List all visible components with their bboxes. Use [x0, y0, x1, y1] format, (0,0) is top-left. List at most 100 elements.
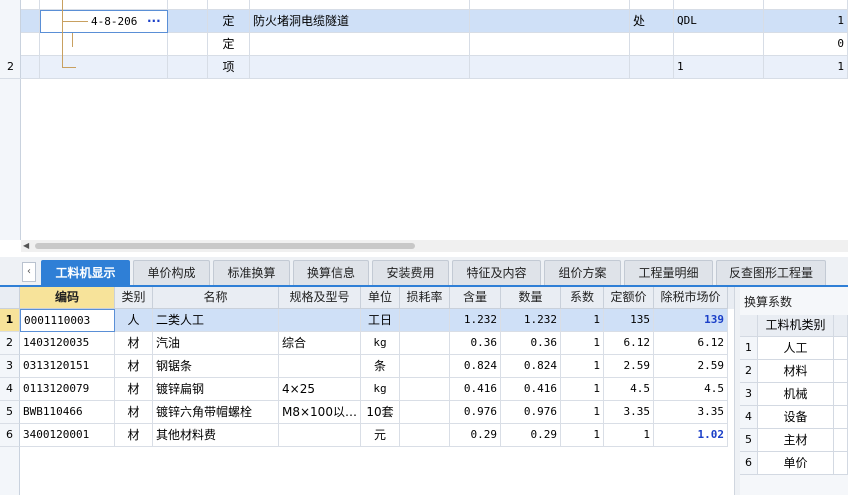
coefficient-cell[interactable]: 1	[561, 332, 604, 355]
loss-cell[interactable]	[400, 424, 450, 447]
category-cell[interactable]: 材	[115, 332, 153, 355]
category-cell[interactable]: 材	[115, 355, 153, 378]
tab-conversion-info[interactable]: 换算信息	[293, 260, 369, 285]
col-quantity[interactable]: 数量	[501, 287, 561, 309]
unit-cell[interactable]: kg	[361, 332, 400, 355]
coefficient-value-cell[interactable]	[834, 337, 848, 360]
tab-features[interactable]: 特征及内容	[452, 260, 541, 285]
content-cell[interactable]: 0.36	[450, 332, 501, 355]
coefficient-value-cell[interactable]	[834, 452, 848, 475]
quantity-cell[interactable]: 0.416	[501, 378, 561, 401]
content-cell[interactable]: 0.824	[450, 355, 501, 378]
code-cell[interactable]: 1403120035	[20, 332, 115, 355]
coefficient-cell[interactable]: 1	[561, 401, 604, 424]
col-category[interactable]: 类别	[115, 287, 153, 309]
market-price-cell[interactable]: 1.02	[654, 424, 728, 447]
unit-cell[interactable]: 工日	[361, 309, 400, 332]
tab-pricing-plan[interactable]: 组价方案	[544, 260, 621, 285]
table-row[interactable]	[0, 0, 848, 10]
scroll-left-icon[interactable]: ◀	[23, 241, 29, 250]
name-cell[interactable]: 其他材料费	[153, 424, 279, 447]
market-price-cell[interactable]: 139	[654, 309, 728, 332]
category-cell[interactable]: 材	[115, 401, 153, 424]
content-cell[interactable]: 0.416	[450, 378, 501, 401]
code-cell[interactable]: 0313120151	[20, 355, 115, 378]
quota-price-cell[interactable]: 3.35	[604, 401, 654, 424]
content-cell[interactable]: 0.29	[450, 424, 501, 447]
table-row[interactable]: 6 3400120001 材其他材料费元 0.29 0.29 1 1 1.02	[0, 424, 734, 447]
col-coefficient[interactable]: 系数	[561, 287, 604, 309]
coefficient-value-cell[interactable]	[834, 406, 848, 429]
spec-cell[interactable]	[279, 424, 361, 447]
name-cell[interactable]: 汽油	[153, 332, 279, 355]
resource-type-cell[interactable]: 主材	[758, 429, 834, 452]
category-cell[interactable]: 人	[115, 309, 153, 332]
col-code[interactable]: 编码	[20, 287, 115, 309]
more-icon[interactable]: ···	[147, 11, 161, 32]
loss-cell[interactable]	[400, 355, 450, 378]
coefficient-value-cell[interactable]	[834, 429, 848, 452]
coefficient-cell[interactable]: 1	[561, 355, 604, 378]
spec-cell[interactable]	[279, 355, 361, 378]
code-cell[interactable]: 0001110003	[20, 309, 115, 332]
market-price-cell[interactable]: 4.5	[654, 378, 728, 401]
loss-cell[interactable]	[400, 332, 450, 355]
name-cell[interactable]: 镀锌六角带帽螺栓	[153, 401, 279, 424]
tab-reverse-lookup[interactable]: 反查图形工程量	[716, 260, 826, 285]
coefficient-cell[interactable]: 1	[561, 378, 604, 401]
quota-price-cell[interactable]: 4.5	[604, 378, 654, 401]
col-loss[interactable]: 损耗率	[400, 287, 450, 309]
quantity-cell[interactable]: 0.36	[501, 332, 561, 355]
table-row[interactable]: 定 0	[0, 33, 848, 56]
col-unit[interactable]: 单位	[361, 287, 400, 309]
spec-cell[interactable]	[279, 309, 361, 332]
quota-price-cell[interactable]: 135	[604, 309, 654, 332]
quantity-cell[interactable]: 0.29	[501, 424, 561, 447]
resource-type-cell[interactable]: 设备	[758, 406, 834, 429]
col-resource-type[interactable]: 工料机类别	[758, 315, 834, 337]
name-cell[interactable]: 二类人工	[153, 309, 279, 332]
col-name[interactable]: 名称	[153, 287, 279, 309]
table-row[interactable]: 1 0001110003 人二类人工 工日 1.232 1.232 1 135 139	[0, 309, 734, 332]
unit-cell[interactable]: 条	[361, 355, 400, 378]
table-row[interactable]: 4 0113120079 材镀锌扁钢 4×25 kg 0.416 0.416 1 4.5 4.5	[0, 378, 734, 401]
resource-type-cell[interactable]: 人工	[758, 337, 834, 360]
col-spec[interactable]: 规格及型号	[279, 287, 361, 309]
resource-type-cell[interactable]: 材料	[758, 360, 834, 383]
resource-type-cell[interactable]: 机械	[758, 383, 834, 406]
quantity-cell[interactable]: 0.976	[501, 401, 561, 424]
table-row[interactable]: 2 1403120035 材汽油 综合 kg 0.36 0.36 1 6.12 6.12	[0, 332, 734, 355]
tab-standard-conversion[interactable]: 标准换算	[213, 260, 290, 285]
scrollbar-thumb[interactable]	[35, 243, 415, 249]
code-cell[interactable]: BWB110466	[20, 401, 115, 424]
quota-price-cell[interactable]: 2.59	[604, 355, 654, 378]
resource-type-cell[interactable]: 单价	[758, 452, 834, 475]
horizontal-scrollbar[interactable]: ◀	[21, 240, 848, 252]
coefficient-value-cell[interactable]	[834, 383, 848, 406]
code-cell[interactable]: 3400120001	[20, 424, 115, 447]
loss-cell[interactable]	[400, 309, 450, 332]
code-cell[interactable]: 0113120079	[20, 378, 115, 401]
tab-unit-price[interactable]: 单价构成	[133, 260, 210, 285]
category-cell[interactable]: 材	[115, 424, 153, 447]
loss-cell[interactable]	[400, 401, 450, 424]
unit-cell[interactable]: 元	[361, 424, 400, 447]
code-cell[interactable]: 4-8-206 ···	[40, 10, 168, 33]
spec-cell[interactable]: 4×25	[279, 378, 361, 401]
quota-price-cell[interactable]: 6.12	[604, 332, 654, 355]
tab-install-fees[interactable]: 安装费用	[372, 260, 449, 285]
market-price-cell[interactable]: 6.12	[654, 332, 728, 355]
coefficient-cell[interactable]: 1	[561, 309, 604, 332]
col-content[interactable]: 含量	[450, 287, 501, 309]
tab-labor-material-machine[interactable]: 工料机显示	[41, 260, 130, 285]
chevron-left-icon[interactable]: ‹	[22, 262, 36, 282]
table-row[interactable]: 项 1 1	[0, 56, 848, 79]
category-cell[interactable]: 材	[115, 378, 153, 401]
coefficient-cell[interactable]: 1	[561, 424, 604, 447]
content-cell[interactable]: 1.232	[450, 309, 501, 332]
tab-quantity-detail[interactable]: 工程量明细	[624, 260, 713, 285]
coefficient-value-cell[interactable]	[834, 360, 848, 383]
unit-cell[interactable]: 10套	[361, 401, 400, 424]
spec-cell[interactable]: M8×100以…	[279, 401, 361, 424]
quantity-cell[interactable]: 0.824	[501, 355, 561, 378]
